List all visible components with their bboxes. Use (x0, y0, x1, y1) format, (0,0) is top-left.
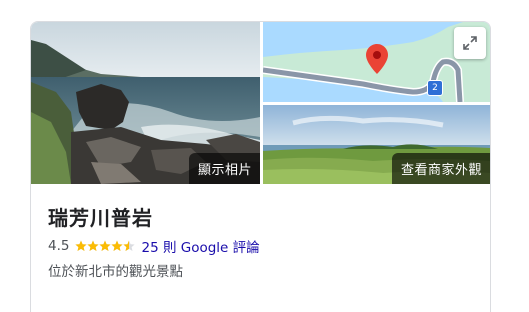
view-outside-button[interactable]: 查看商家外觀 (391, 153, 490, 184)
reviews-link[interactable]: 25 則 Google 評論 (141, 236, 259, 256)
star-icon (87, 240, 100, 251)
star-icon (75, 240, 88, 251)
star-icon (111, 240, 124, 251)
expand-map-button[interactable] (454, 27, 486, 59)
star-icon (99, 240, 112, 251)
rating-stars (75, 240, 136, 252)
rating-row: 4.5 25 則 Google 評論 (48, 236, 260, 256)
show-photos-button[interactable]: 顯示相片 (188, 153, 260, 184)
location-pin-icon (366, 44, 388, 74)
map-preview[interactable]: 2 (263, 22, 490, 102)
place-title: 瑞芳川普岩 (48, 206, 153, 230)
expand-icon (463, 36, 477, 50)
street-view-photo[interactable]: 查看商家外觀 (263, 105, 490, 184)
route-shield: 2 (427, 80, 443, 96)
star-icon (123, 240, 136, 251)
main-photo[interactable]: 顯示相片 (31, 22, 260, 184)
place-card: 顯示相片 2 查看商家外觀 瑞芳川普岩 4.5 25 則 Google 評論 位… (30, 21, 491, 312)
place-category: 位於新北市的觀光景點 (48, 264, 183, 280)
rating-value: 4.5 (48, 238, 70, 254)
